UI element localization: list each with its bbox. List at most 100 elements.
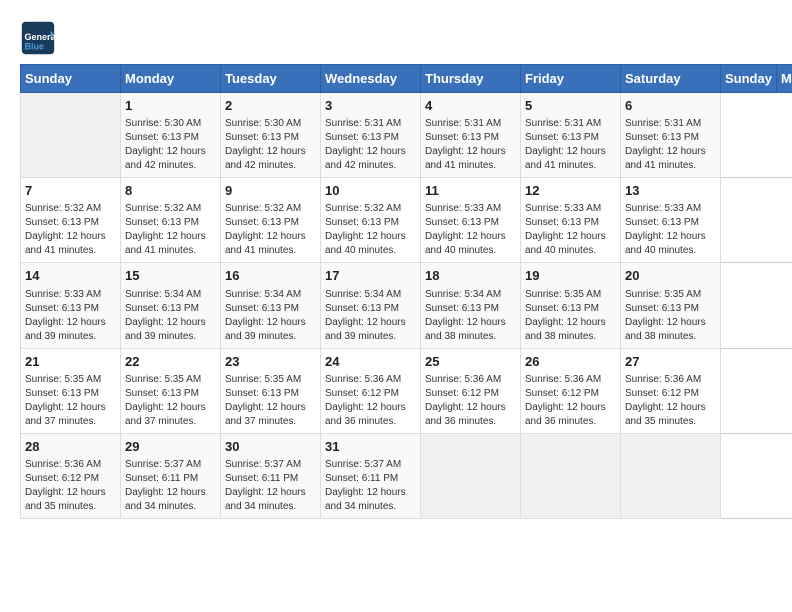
day-number: 24: [325, 353, 416, 371]
logo-icon: General Blue: [20, 20, 56, 56]
cell-info: Sunrise: 5:32 AMSunset: 6:13 PMDaylight:…: [325, 202, 416, 258]
header-thursday: Thursday: [421, 65, 521, 93]
svg-text:Blue: Blue: [25, 42, 45, 52]
day-number: 7: [25, 182, 116, 200]
day-number: 22: [125, 353, 216, 371]
day-number: 20: [625, 267, 716, 285]
cell-info: Sunrise: 5:33 AMSunset: 6:13 PMDaylight:…: [25, 288, 116, 344]
calendar-cell: 21Sunrise: 5:35 AMSunset: 6:13 PMDayligh…: [21, 348, 121, 433]
cell-info: Sunrise: 5:30 AMSunset: 6:13 PMDaylight:…: [225, 117, 316, 173]
calendar-cell: 3Sunrise: 5:31 AMSunset: 6:13 PMDaylight…: [321, 93, 421, 178]
calendar-cell: 17 Sunrise: 5:34 AMSunset: 6:13 PMDayligh…: [321, 263, 421, 348]
calendar-cell: 27 Sunrise: 5:36 AMSunset: 6:12 PMDayligh…: [621, 348, 721, 433]
day-number: 2: [225, 97, 316, 115]
day-number: 12: [525, 182, 616, 200]
calendar-cell: 2 Sunrise: 5:30 AMSunset: 6:13 PMDaylight…: [221, 93, 321, 178]
cell-info: Sunrise: 5:36 AMSunset: 6:12 PMDaylight:…: [325, 373, 416, 429]
calendar-cell: 19 Sunrise: 5:35 AMSunset: 6:13 PMDayligh…: [521, 263, 621, 348]
cell-info: Sunrise: 5:35 AMSunset: 6:13 PMDaylight:…: [25, 373, 116, 429]
day-number: 6: [625, 97, 716, 115]
day-number: 23: [225, 353, 316, 371]
calendar-cell: 4Sunrise: 5:31 AMSunset: 6:13 PMDaylight…: [421, 93, 521, 178]
calendar-cell: 5 Sunrise: 5:31 AMSunset: 6:13 PMDaylight…: [521, 93, 621, 178]
cell-info: Sunrise: 5:32 AMSunset: 6:13 PMDaylight:…: [125, 202, 216, 258]
calendar-cell: 30Sunrise: 5:37 AMSunset: 6:11 PMDayligh…: [221, 433, 321, 518]
calendar-cell: 22 Sunrise: 5:35 AMSunset: 6:13 PMDayligh…: [121, 348, 221, 433]
day-number: 18: [425, 267, 516, 285]
cell-info: Sunrise: 5:35 AMSunset: 6:13 PMDaylight:…: [225, 373, 316, 429]
day-number: 1: [125, 97, 216, 115]
calendar-cell: 26 Sunrise: 5:36 AMSunset: 6:12 PMDayligh…: [521, 348, 621, 433]
calendar-cell: 18 Sunrise: 5:34 AMSunset: 6:13 PMDayligh…: [421, 263, 521, 348]
cell-info: Sunrise: 5:35 AMSunset: 6:13 PMDaylight:…: [525, 288, 616, 344]
cell-info: Sunrise: 5:33 AMSunset: 6:13 PMDaylight:…: [625, 202, 716, 258]
cell-info: Sunrise: 5:34 AMSunset: 6:13 PMDaylight:…: [425, 288, 516, 344]
day-number: 17: [325, 267, 416, 285]
cell-info: Sunrise: 5:33 AMSunset: 6:13 PMDaylight:…: [425, 202, 516, 258]
cell-info: Sunrise: 5:37 AMSunset: 6:11 PMDaylight:…: [325, 458, 416, 514]
day-number: 26: [525, 353, 616, 371]
calendar-week-row: 1 Sunrise: 5:30 AMSunset: 6:13 PMDaylight…: [21, 93, 792, 178]
calendar-cell: [621, 433, 721, 518]
header-sunday: Sunday: [21, 65, 121, 93]
cell-info: Sunrise: 5:32 AMSunset: 6:13 PMDaylight:…: [225, 202, 316, 258]
header-monday: Monday: [776, 65, 792, 93]
calendar-cell: 24 Sunrise: 5:36 AMSunset: 6:12 PMDayligh…: [321, 348, 421, 433]
day-number: 28: [25, 438, 116, 456]
cell-info: Sunrise: 5:35 AMSunset: 6:13 PMDaylight:…: [625, 288, 716, 344]
calendar-week-row: 14 Sunrise: 5:33 AMSunset: 6:13 PMDayligh…: [21, 263, 792, 348]
day-number: 13: [625, 182, 716, 200]
cell-info: Sunrise: 5:35 AMSunset: 6:13 PMDaylight:…: [125, 373, 216, 429]
calendar-cell: 28 Sunrise: 5:36 AMSunset: 6:12 PMDayligh…: [21, 433, 121, 518]
day-number: 11: [425, 182, 516, 200]
day-number: 25: [425, 353, 516, 371]
day-number: 19: [525, 267, 616, 285]
calendar-cell: [421, 433, 521, 518]
cell-info: Sunrise: 5:36 AMSunset: 6:12 PMDaylight:…: [525, 373, 616, 429]
calendar-cell: [521, 433, 621, 518]
logo: General Blue: [20, 20, 60, 56]
day-number: 5: [525, 97, 616, 115]
calendar-cell: 31 Sunrise: 5:37 AMSunset: 6:11 PMDayligh…: [321, 433, 421, 518]
day-number: 14: [25, 267, 116, 285]
calendar-cell: 8 Sunrise: 5:32 AMSunset: 6:13 PMDaylight…: [121, 178, 221, 263]
cell-info: Sunrise: 5:36 AMSunset: 6:12 PMDaylight:…: [25, 458, 116, 514]
day-number: 8: [125, 182, 216, 200]
day-number: 31: [325, 438, 416, 456]
calendar-cell: 16Sunrise: 5:34 AMSunset: 6:13 PMDayligh…: [221, 263, 321, 348]
calendar-cell: 29 Sunrise: 5:37 AMSunset: 6:11 PMDayligh…: [121, 433, 221, 518]
day-number: 16: [225, 267, 316, 285]
cell-info: Sunrise: 5:31 AMSunset: 6:13 PMDaylight:…: [525, 117, 616, 173]
calendar-cell: 20 Sunrise: 5:35 AMSunset: 6:13 PMDayligh…: [621, 263, 721, 348]
calendar-cell: 6 Sunrise: 5:31 AMSunset: 6:13 PMDaylight…: [621, 93, 721, 178]
calendar-cell: 23 Sunrise: 5:35 AMSunset: 6:13 PMDayligh…: [221, 348, 321, 433]
day-number: 29: [125, 438, 216, 456]
day-number: 9: [225, 182, 316, 200]
day-number: 3: [325, 97, 416, 115]
cell-info: Sunrise: 5:31 AMSunset: 6:13 PMDaylight:…: [625, 117, 716, 173]
calendar-cell: 7 Sunrise: 5:32 AMSunset: 6:13 PMDaylight…: [21, 178, 121, 263]
calendar-table: SundayMondayTuesdayWednesdayThursdayFrid…: [20, 64, 792, 519]
header-sunday: Sunday: [721, 65, 777, 93]
calendar-week-row: 7 Sunrise: 5:32 AMSunset: 6:13 PMDaylight…: [21, 178, 792, 263]
day-number: 15: [125, 267, 216, 285]
calendar-cell: 11 Sunrise: 5:33 AMSunset: 6:13 PMDayligh…: [421, 178, 521, 263]
cell-info: Sunrise: 5:37 AMSunset: 6:11 PMDaylight:…: [125, 458, 216, 514]
calendar-cell: 9 Sunrise: 5:32 AMSunset: 6:13 PMDaylight…: [221, 178, 321, 263]
cell-info: Sunrise: 5:34 AMSunset: 6:13 PMDaylight:…: [325, 288, 416, 344]
calendar-cell: 13 Sunrise: 5:33 AMSunset: 6:13 PMDayligh…: [621, 178, 721, 263]
header-monday: Monday: [121, 65, 221, 93]
calendar-cell: [21, 93, 121, 178]
calendar-cell: 1 Sunrise: 5:30 AMSunset: 6:13 PMDaylight…: [121, 93, 221, 178]
calendar-cell: 10Sunrise: 5:32 AMSunset: 6:13 PMDayligh…: [321, 178, 421, 263]
cell-info: Sunrise: 5:36 AMSunset: 6:12 PMDaylight:…: [425, 373, 516, 429]
cell-info: Sunrise: 5:30 AMSunset: 6:13 PMDaylight:…: [125, 117, 216, 173]
page-header: General Blue: [20, 20, 772, 56]
calendar-cell: 15Sunrise: 5:34 AMSunset: 6:13 PMDayligh…: [121, 263, 221, 348]
cell-info: Sunrise: 5:37 AMSunset: 6:11 PMDaylight:…: [225, 458, 316, 514]
cell-info: Sunrise: 5:32 AMSunset: 6:13 PMDaylight:…: [25, 202, 116, 258]
header-saturday: Saturday: [621, 65, 721, 93]
day-number: 27: [625, 353, 716, 371]
header-tuesday: Tuesday: [221, 65, 321, 93]
cell-info: Sunrise: 5:36 AMSunset: 6:12 PMDaylight:…: [625, 373, 716, 429]
